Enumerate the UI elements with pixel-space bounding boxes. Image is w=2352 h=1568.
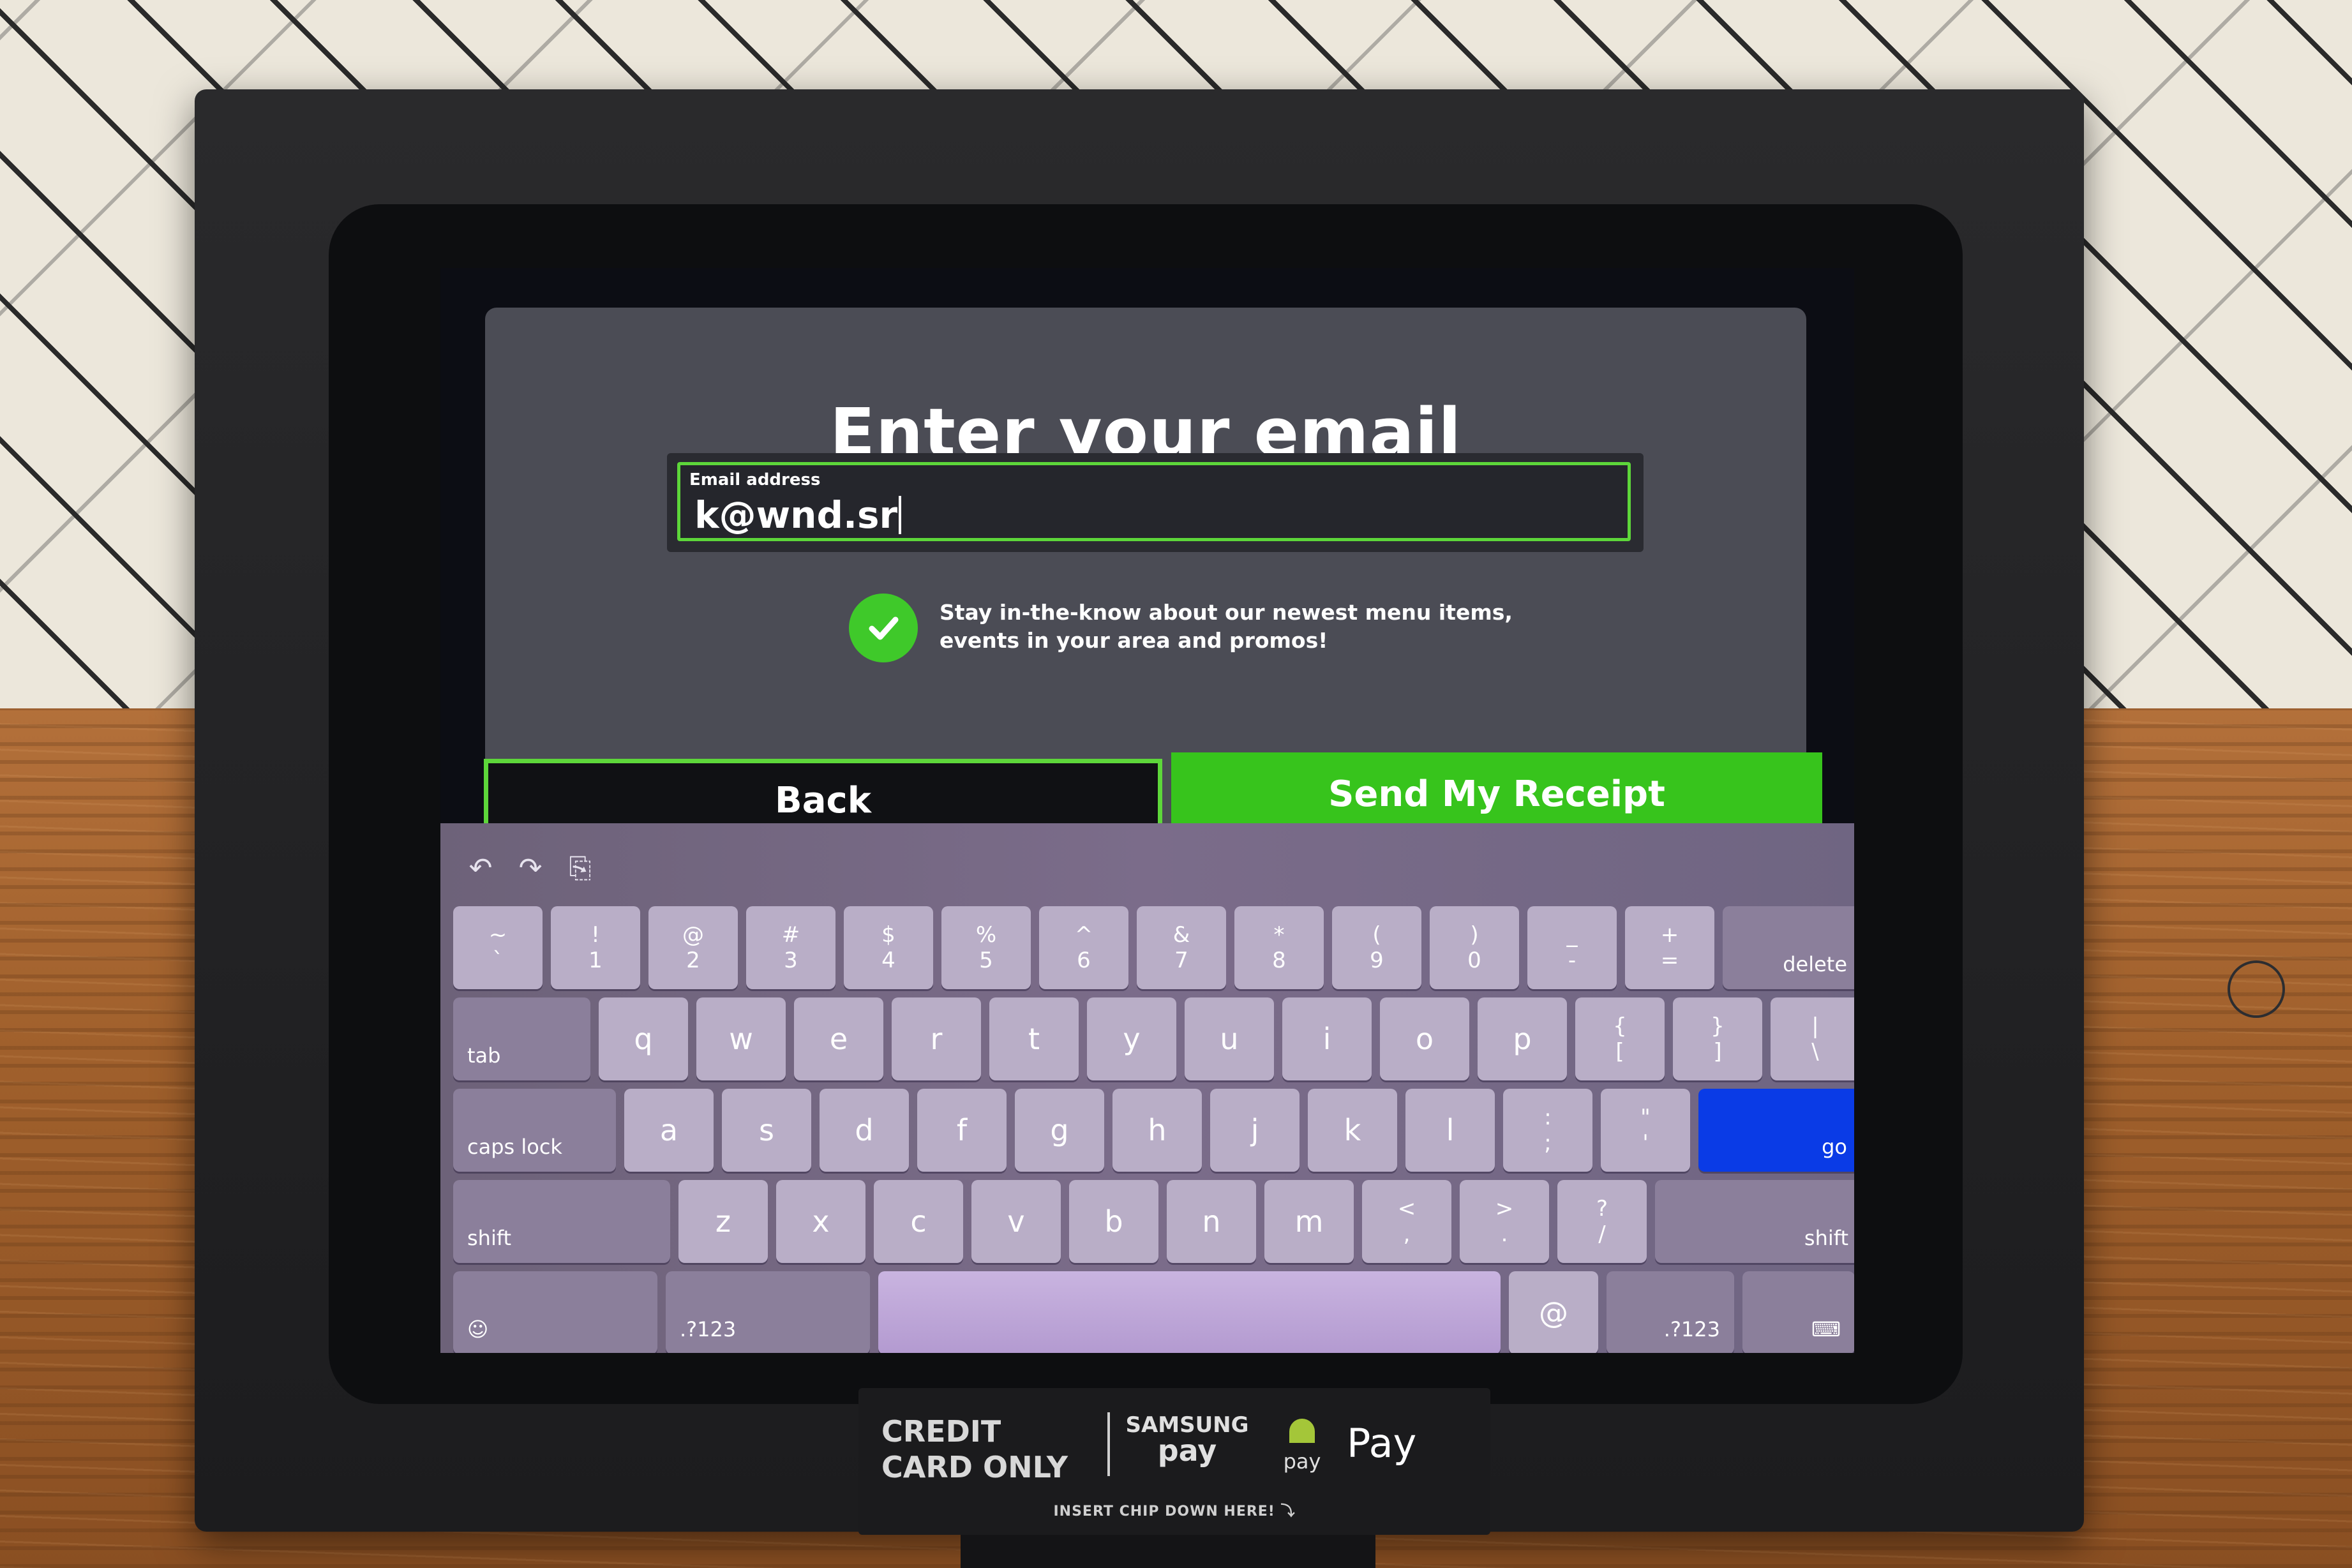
key-g[interactable]: g [1015,1089,1104,1172]
key-e[interactable]: e [794,997,883,1080]
keyboard-row-top-letters: tab q w e r t y u i o p {[ }] | \ [453,997,1854,1080]
key-i[interactable]: i [1282,997,1372,1080]
space-key[interactable] [878,1271,1501,1353]
key-equals[interactable]: + = [1625,906,1714,989]
key-f[interactable]: f [917,1089,1007,1172]
key-3[interactable]: #3 [746,906,835,989]
caps-lock-key[interactable]: caps lock [453,1089,616,1172]
tab-key[interactable]: tab [453,997,590,1080]
key-j[interactable]: j [1210,1089,1300,1172]
redo-icon[interactable]: ↷ [516,852,545,885]
android-icon [1289,1419,1315,1443]
email-field[interactable]: Email address k@wnd.sr [677,462,1631,541]
delete-key[interactable]: delete [1723,906,1854,989]
key-m[interactable]: m [1264,1180,1354,1263]
marketing-optin[interactable]: Stay in-the-know about our newest menu i… [849,594,1551,664]
key-right-brace[interactable]: }] [1673,997,1762,1080]
email-dialog: Enter your email Email address k@wnd.sr … [484,308,1822,842]
key-h[interactable]: h [1112,1089,1202,1172]
onscreen-keyboard: ↶ ↷ ⎘ ~ ` ! 1 @2 #3 $4 % 5 ^ 6 & 7 * 8 (… [440,823,1854,1353]
key-k[interactable]: k [1308,1089,1397,1172]
key-7[interactable]: & 7 [1137,906,1226,989]
key-0[interactable]: ) 0 [1430,906,1519,989]
key-p[interactable]: p [1478,997,1567,1080]
key-u[interactable]: u [1185,997,1274,1080]
key-8[interactable]: * 8 [1234,906,1324,989]
key-semicolon[interactable]: :; [1503,1089,1592,1172]
key-z[interactable]: z [678,1180,768,1263]
key-t[interactable]: t [989,997,1079,1080]
key-q[interactable]: q [599,997,688,1080]
samsung-pay-logo: SAMSUNG pay [1125,1412,1249,1468]
numbers-key-right[interactable]: .?123 [1607,1271,1734,1353]
key-o[interactable]: o [1380,997,1469,1080]
key-d[interactable]: d [820,1089,909,1172]
key-comma[interactable]: <, [1362,1180,1451,1263]
keyboard-row-numbers: ~ ` ! 1 @2 #3 $4 % 5 ^ 6 & 7 * 8 (9) 0… [453,906,1854,989]
keyboard-toolbar: ↶ ↷ ⎘ [466,849,595,887]
emoji-icon: ☺ [467,1317,489,1341]
credit-card-only-label: CREDIT CARD ONLY [881,1414,1068,1484]
key-a[interactable]: a [624,1089,714,1172]
email-field-container: Email address k@wnd.sr [667,453,1644,552]
key-5[interactable]: % 5 [941,906,1031,989]
optin-label: Stay in-the-know about our newest menu i… [940,599,1546,655]
key-l[interactable]: l [1405,1089,1495,1172]
key-minus[interactable]: _ - [1527,906,1617,989]
keyboard-icon: ⌨ [1811,1317,1841,1341]
keyboard-row-home-letters: caps lock a s d f g h j k l :; " ' go [453,1089,1854,1172]
key-w[interactable]: w [696,997,786,1080]
key-backtick[interactable]: ~ ` [453,906,543,989]
optin-label-line2: events in your area and promos! [940,628,1328,653]
key-left-brace[interactable]: {[ [1575,997,1665,1080]
android-pay-logo: pay [1267,1412,1337,1474]
kiosk-stand [961,1535,1375,1568]
key-9[interactable]: (9 [1332,906,1421,989]
keyboard-row-space: ☺ .?123 @ .?123 ⌨ [453,1271,1854,1353]
key-v[interactable]: v [971,1180,1061,1263]
hide-keyboard-key[interactable]: ⌨ [1742,1271,1854,1353]
key-x[interactable]: x [776,1180,865,1263]
home-button[interactable] [2228,960,2285,1018]
paste-icon[interactable]: ⎘ [566,852,595,885]
key-slash[interactable]: ? / [1557,1180,1647,1263]
tablet-screen: Enter your email Email address k@wnd.sr … [440,268,1854,1353]
checkmark-icon[interactable] [849,594,918,662]
keyboard-row-bottom-letters: shift z x c v b n m <, >. ? / shift [453,1180,1854,1263]
card-reader-plate: CREDIT CARD ONLY SAMSUNG pay pay Pay INS… [858,1388,1490,1535]
key-quote[interactable]: " ' [1601,1089,1690,1172]
go-key[interactable]: go [1698,1089,1854,1172]
key-4[interactable]: $4 [844,906,933,989]
key-y[interactable]: y [1087,997,1176,1080]
optin-label-line1: Stay in-the-know about our newest menu i… [940,600,1513,625]
numbers-key-left[interactable]: .?123 [666,1271,870,1353]
at-key[interactable]: @ [1509,1271,1598,1353]
key-1[interactable]: ! 1 [551,906,640,989]
key-6[interactable]: ^ 6 [1039,906,1128,989]
left-shift-key[interactable]: shift [453,1180,670,1263]
reader-divider [1107,1412,1110,1476]
right-shift-key[interactable]: shift [1655,1180,1854,1263]
key-c[interactable]: c [874,1180,963,1263]
key-n[interactable]: n [1167,1180,1256,1263]
undo-icon[interactable]: ↶ [466,852,495,885]
apple-pay-logo: Pay [1347,1420,1417,1467]
email-field-value[interactable]: k@wnd.sr [694,496,902,534]
emoji-key[interactable]: ☺ [453,1271,657,1353]
key-s[interactable]: s [722,1089,811,1172]
insert-chip-label: INSERT CHIP DOWN HERE! ⤵ [1053,1504,1296,1519]
key-backslash[interactable]: | \ [1771,997,1854,1080]
key-b[interactable]: b [1069,1180,1158,1263]
email-field-label: Email address [689,470,821,489]
key-r[interactable]: r [892,997,981,1080]
key-2[interactable]: @2 [648,906,738,989]
key-period[interactable]: >. [1460,1180,1549,1263]
